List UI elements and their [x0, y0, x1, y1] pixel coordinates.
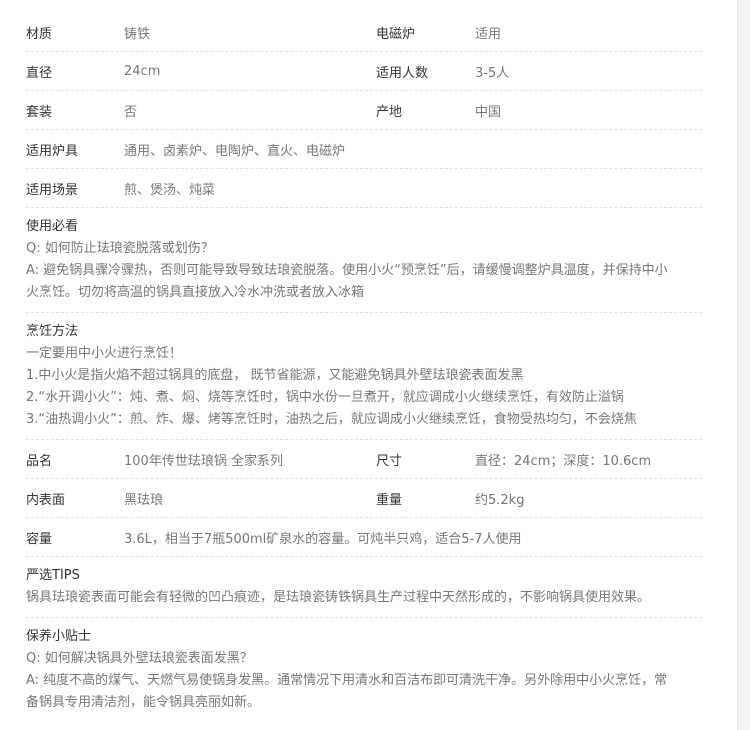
spec-label: 适用炉具 [26, 143, 79, 159]
spec-value: 中国 [475, 104, 502, 120]
spec-table: 材质 铸铁 电磁炉 适用 直径 24cm 适用人数 3-5人 套装 否 产地 中… [26, 13, 702, 722]
section-title: 烹饪方法 [26, 324, 79, 339]
spec-value: 直径：24cm；深度：10.6cm [475, 453, 652, 469]
care-section: 保养小贴士 Q: 如何解决锅具外壁珐琅瓷表面发黑？ A: 纯度不高的煤气、天燃气… [26, 618, 702, 722]
spec-row: 适用炉具 通用、卤素炉、电陶炉、直火、电磁炉 [26, 130, 702, 169]
usage-notes-section: 使用必看 Q: 如何防止珐琅瓷脱落或划伤？ A: 避免锅具骤冷骤热，否则可能导致… [26, 208, 702, 313]
spec-label: 重量 [376, 492, 403, 508]
faq-question: Q: 如何防止珐琅瓷脱落或划伤？ [26, 241, 214, 256]
product-detail-page: 材质 铸铁 电磁炉 适用 直径 24cm 适用人数 3-5人 套装 否 产地 中… [0, 0, 750, 730]
spec-label: 套装 [26, 104, 53, 120]
spec-row: 内表面 黑珐琅 重量 约5.2kg [26, 479, 702, 518]
spec-label: 适用人数 [376, 65, 429, 81]
spec-row: 直径 24cm 适用人数 3-5人 [26, 52, 702, 91]
tips-text: 锅具珐琅瓷表面可能会有轻微的凹凸痕迹，是珐琅瓷铸铁锅具生产过程中天然形成的，不影… [26, 590, 651, 605]
faq-answer: A: 避免锅具骤冷骤热，否则可能导致导致珐琅瓷脱落。使用小火“预烹饪”后，请缓慢… [26, 263, 668, 300]
spec-row: 材质 铸铁 电磁炉 适用 [26, 13, 702, 52]
method-line: 1.中小火是指火焰不超过锅具的底盘， 既节省能源，又能避免锅具外壁珐琅瓷表面发黑 [26, 368, 524, 383]
section-title: 使用必看 [26, 219, 79, 234]
cooking-method-section: 烹饪方法 一定要用中小火进行烹饪！ 1.中小火是指火焰不超过锅具的底盘， 既节省… [26, 313, 702, 440]
spec-label: 产地 [376, 104, 403, 120]
method-line: 3.“油热调小火”：煎、炸、爆、烤等烹饪时，油热之后，就应调成小火继续烹饪，食物… [26, 412, 637, 427]
spec-value: 铸铁 [124, 26, 151, 42]
spec-value: 否 [124, 104, 138, 120]
spec-row: 品名 100年传世珐琅锅 全家系列 尺寸 直径：24cm；深度：10.6cm [26, 440, 702, 479]
page-edge [737, 0, 750, 730]
spec-value: 适用 [475, 26, 502, 42]
spec-row: 适用场景 煎、煲汤、炖菜 [26, 169, 702, 208]
section-title: 保养小贴士 [26, 629, 92, 644]
spec-label: 直径 [26, 65, 53, 81]
spec-label: 电磁炉 [376, 26, 416, 42]
spec-label: 内表面 [26, 492, 66, 508]
spec-row: 套装 否 产地 中国 [26, 91, 702, 130]
spec-row: 容量 3.6L，相当于7瓶500ml矿泉水的容量。可炖半只鸡，适合5-7人使用 [26, 518, 702, 557]
tips-section: 严选TIPS 锅具珐琅瓷表面可能会有轻微的凹凸痕迹，是珐琅瓷铸铁锅具生产过程中天… [26, 557, 702, 618]
method-line: 一定要用中小火进行烹饪！ [26, 346, 183, 361]
method-line: 2.“水开调小火”：炖、煮、焖、烧等烹饪时，锅中水份一旦煮开，就应调成小火继续烹… [26, 390, 624, 405]
spec-label: 品名 [26, 453, 53, 469]
faq-answer: A: 纯度不高的煤气、天燃气易使锅身发黑。通常情况下用清水和百洁布即可清洗干净。… [26, 673, 668, 710]
spec-value: 通用、卤素炉、电陶炉、直火、电磁炉 [124, 143, 346, 159]
spec-value: 煎、煲汤、炖菜 [124, 182, 216, 198]
spec-value: 100年传世珐琅锅 全家系列 [124, 453, 283, 469]
faq-question: Q: 如何解决锅具外壁珐琅瓷表面发黑？ [26, 651, 253, 666]
spec-value: 24cm [124, 63, 161, 79]
section-title: 严选TIPS [26, 568, 80, 583]
spec-label: 尺寸 [376, 453, 403, 469]
spec-label: 材质 [26, 26, 53, 42]
spec-label: 适用场景 [26, 182, 79, 198]
spec-value: 约5.2kg [475, 492, 525, 508]
spec-value: 3.6L，相当于7瓶500ml矿泉水的容量。可炖半只鸡，适合5-7人使用 [124, 531, 522, 547]
spec-label: 容量 [26, 531, 53, 547]
spec-value: 黑珐琅 [124, 492, 164, 508]
spec-value: 3-5人 [475, 65, 510, 81]
